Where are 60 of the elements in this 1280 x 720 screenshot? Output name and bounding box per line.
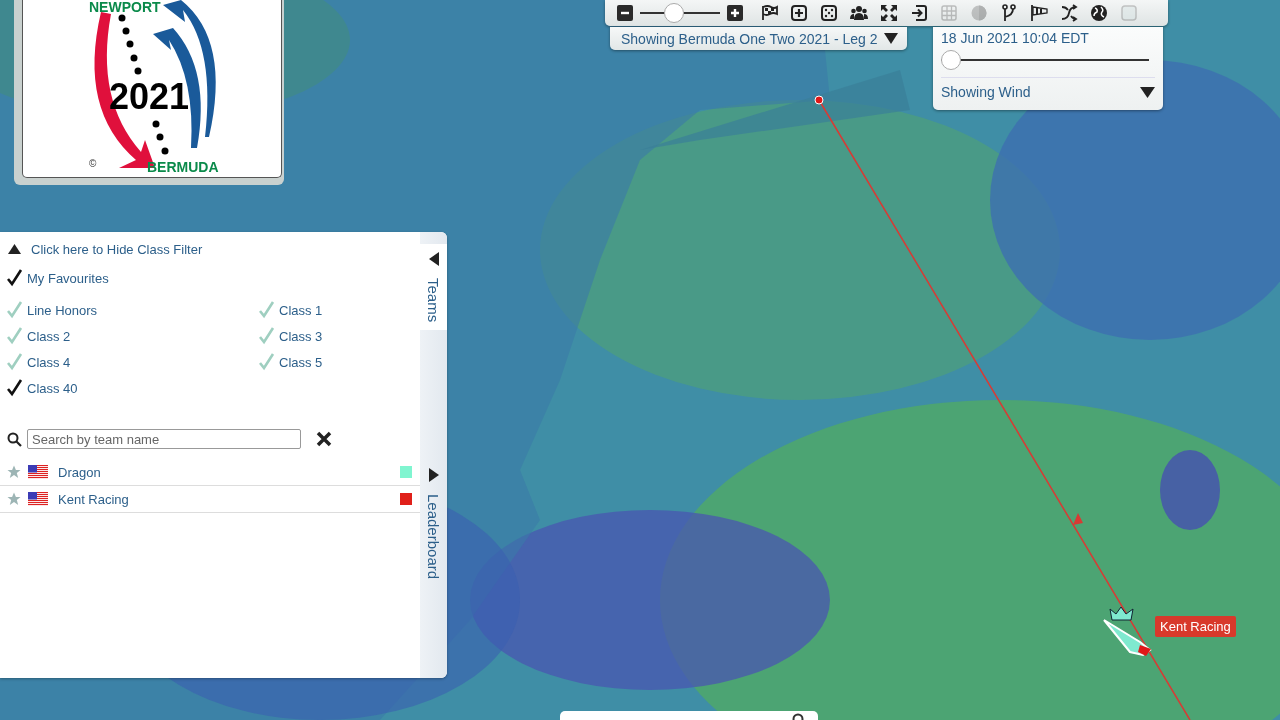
crown-icon <box>1109 606 1134 621</box>
team-name[interactable]: Dragon <box>58 464 393 480</box>
clear-icon[interactable] <box>316 431 332 447</box>
flag-icon[interactable] <box>760 4 778 22</box>
dropdown-caret-icon <box>883 33 898 44</box>
logo-year: 2021 <box>109 76 190 117</box>
team-name[interactable]: Kent Racing <box>58 491 393 507</box>
class-checkbox[interactable]: Class 5 <box>252 351 420 373</box>
layer-selector[interactable]: Showing Wind <box>941 84 1031 100</box>
plus-icon <box>730 8 740 18</box>
race-selector[interactable]: Showing Bermuda One Two 2021 - Leg 2 <box>610 27 907 50</box>
check-icon <box>7 353 23 371</box>
us-flag-icon <box>28 492 48 506</box>
side-tab[interactable]: Teams <box>420 244 447 331</box>
class-checkbox[interactable]: Class 2 <box>0 325 252 347</box>
class-checkbox[interactable]: Class 4 <box>0 351 252 373</box>
zoom-in-button[interactable] <box>727 5 743 21</box>
globe-icon[interactable] <box>1090 4 1108 22</box>
check-icon <box>259 301 275 319</box>
start-marker <box>814 95 824 105</box>
logo-top-text: NEWPORT <box>89 0 161 15</box>
us-flag-icon <box>28 465 48 479</box>
check-icon <box>7 301 23 319</box>
zoom-out-button[interactable] <box>617 5 633 21</box>
check-icon <box>7 327 23 345</box>
favourites-checkbox[interactable]: My Favourites <box>0 267 420 289</box>
check-icon <box>259 327 275 345</box>
fork-icon[interactable] <box>1000 4 1018 22</box>
expand-icon[interactable] <box>880 4 898 22</box>
boat-icon[interactable] <box>1103 619 1152 657</box>
zoom-slider-thumb[interactable] <box>664 3 684 23</box>
check-icon <box>7 269 23 287</box>
search-icon <box>7 431 22 447</box>
check-icon <box>7 379 23 397</box>
route-icon[interactable] <box>1060 4 1078 22</box>
caret-icon <box>428 468 439 483</box>
class-checkbox[interactable]: Class 40 <box>0 377 252 399</box>
caret-icon <box>428 252 439 266</box>
favourite-star-icon[interactable] <box>7 492 21 506</box>
search-icon[interactable] <box>792 713 806 720</box>
collapse-caret-icon[interactable] <box>8 244 21 254</box>
logo-bottom-text: BERMUDA <box>147 159 219 175</box>
favourite-star-icon[interactable] <box>7 465 21 479</box>
side-tab[interactable]: Leaderboard <box>420 460 447 588</box>
class-checkbox[interactable]: Line Honors <box>0 299 252 321</box>
people-icon[interactable] <box>850 4 868 22</box>
check-icon <box>259 353 275 371</box>
timestamp: 18 Jun 2021 10:04 EDT <box>941 30 1089 46</box>
windsock-icon[interactable] <box>1030 4 1048 22</box>
dice-icon[interactable] <box>820 4 838 22</box>
time-slider-thumb[interactable] <box>941 50 961 70</box>
filter-toggle-link[interactable]: Click here to Hide Class Filter <box>31 241 203 257</box>
enter-icon[interactable] <box>910 4 928 22</box>
team-search-field[interactable]: Search by team name <box>27 429 301 449</box>
class-checkbox[interactable]: Class 3 <box>252 325 420 347</box>
copyright-mark: © <box>89 158 97 169</box>
plus-box-icon[interactable] <box>790 4 808 22</box>
class-checkbox[interactable]: Class 1 <box>252 299 420 321</box>
boat-label[interactable]: Kent Racing <box>1155 616 1236 637</box>
dropdown-caret-icon[interactable] <box>1140 86 1155 98</box>
